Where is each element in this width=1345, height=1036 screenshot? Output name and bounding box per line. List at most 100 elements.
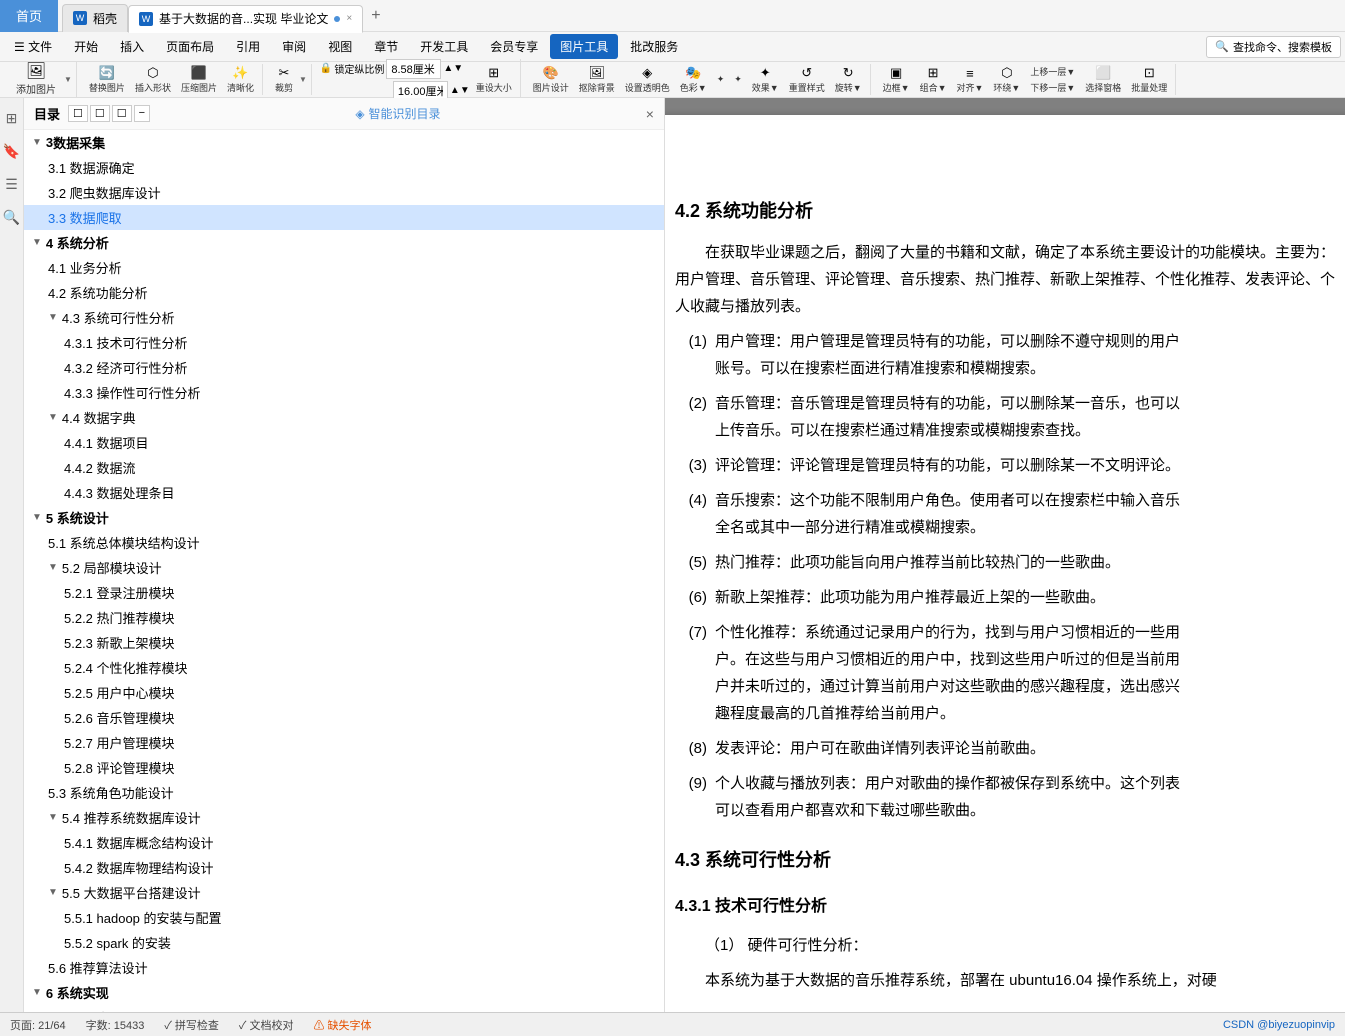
toc-item-521[interactable]: 5.2.1 登录注册模块 <box>24 580 664 605</box>
toc-arrow-55: ▼ <box>48 887 58 898</box>
menu-pagelayout[interactable]: 页面布局 <box>156 34 224 59</box>
compress-btn[interactable]: ⬛ 压缩图片 <box>177 64 221 95</box>
toc-item-442[interactable]: 4.4.2 数据流 <box>24 455 664 480</box>
toc-item-528[interactable]: 5.2.8 评论管理模块 <box>24 755 664 780</box>
set-transparent-btn[interactable]: ◈ 设置透明色 <box>621 64 674 95</box>
insert-shape-btn[interactable]: ⬡ 插入形状 <box>131 64 175 95</box>
height-arrows[interactable]: ▲▼ <box>450 85 470 96</box>
toc-item-525[interactable]: 5.2.5 用户中心模块 <box>24 680 664 705</box>
resize-btn[interactable]: ⊞ 重设大小 <box>472 64 516 95</box>
smart-toc-btn[interactable]: ◈ 智能识别目录 <box>355 105 440 122</box>
toc-item-32[interactable]: 3.2 爬虫数据库设计 <box>24 180 664 205</box>
menu-insert[interactable]: 插入 <box>110 34 154 59</box>
toc-label-521: 5.2.1 登录注册模块 <box>64 583 175 602</box>
toc-item-55[interactable]: ▼ 5.5 大数据平台搭建设计 <box>24 880 664 905</box>
add-image-group: 🖼 添加图片 ▼ <box>6 62 77 98</box>
bookmark-icon[interactable]: 🔖 <box>0 139 24 164</box>
border-btn[interactable]: ▣ 边框▼ <box>879 64 914 95</box>
toc-expand-btn[interactable]: ☐ <box>68 105 88 122</box>
toc-item-51[interactable]: 5.1 系统总体模块结构设计 <box>24 530 664 555</box>
remove-bg-btn[interactable]: 🖼 抠除背景 <box>575 64 619 95</box>
home-sidebar-icon[interactable]: ⊞ <box>2 106 22 131</box>
toc-item-44[interactable]: ▼ 4.4 数据字典 <box>24 405 664 430</box>
missing-font[interactable]: ⚠ 缺失字体 <box>314 1017 372 1033</box>
toc-item-43[interactable]: ▼ 4.3 系统可行性分析 <box>24 305 664 330</box>
toc-item-5[interactable]: ▼ 5 系统设计 <box>24 505 664 530</box>
toc-item-524[interactable]: 5.2.4 个性化推荐模块 <box>24 655 664 680</box>
toc-item-6[interactable]: ▼ 6 系统实现 <box>24 980 664 1005</box>
add-image-dropdown[interactable]: ▼ <box>64 75 72 84</box>
search-bar[interactable]: 🔍 查找命令、搜索模板 <box>1206 36 1341 58</box>
width-arrows[interactable]: ▲▼ <box>443 63 463 74</box>
align-btn[interactable]: ≡ 对齐▼ <box>953 65 988 95</box>
tab-wps[interactable]: W 稻壳 <box>62 4 128 32</box>
toc-item-52[interactable]: ▼ 5.2 局部模块设计 <box>24 555 664 580</box>
toc-item-551[interactable]: 5.5.1 hadoop 的安装与配置 <box>24 905 664 930</box>
toc-item-526[interactable]: 5.2.6 音乐管理模块 <box>24 705 664 730</box>
toc-item-431[interactable]: 4.3.1 技术可行性分析 <box>24 330 664 355</box>
toc-item-54[interactable]: ▼ 5.4 推荐系统数据库设计 <box>24 805 664 830</box>
doc-review[interactable]: ✓ 文档校对 <box>239 1017 294 1033</box>
toc-item-523[interactable]: 5.2.3 新歌上架模块 <box>24 630 664 655</box>
rotate-btn[interactable]: ↻ 旋转▼ <box>831 64 866 95</box>
reset-style-btn[interactable]: ↺ 重置样式 <box>785 64 829 95</box>
crop-btn[interactable]: ✂ 裁剪 <box>271 64 297 95</box>
menu-file[interactable]: ☰ 文件 <box>4 34 62 59</box>
menu-imgtool[interactable]: 图片工具 <box>550 34 618 59</box>
toc-item-433[interactable]: 4.3.3 操作性可行性分析 <box>24 380 664 405</box>
toc-close-btn[interactable]: × <box>646 106 654 122</box>
spell-check[interactable]: ✓ 拼写检查 <box>164 1017 219 1033</box>
move-up-btn[interactable]: 上移一层▼ <box>1026 64 1079 79</box>
tab-doc[interactable]: W 基于大数据的音...实现 毕业论文 × <box>128 5 363 33</box>
toc-item-56[interactable]: 5.6 推荐算法设计 <box>24 955 664 980</box>
clearify-btn[interactable]: ✨ 清晰化 <box>223 64 258 95</box>
menu-view[interactable]: 视图 <box>318 34 362 59</box>
toc-item-527[interactable]: 5.2.7 用户管理模块 <box>24 730 664 755</box>
toc-collapse-btn[interactable]: ☐ <box>90 105 110 122</box>
toc-item-432[interactable]: 4.3.2 经济可行性分析 <box>24 355 664 380</box>
toc-item-443[interactable]: 4.4.3 数据处理条目 <box>24 480 664 505</box>
replace-image-btn[interactable]: 🔄 替换图片 <box>85 64 129 95</box>
tab-close-icon[interactable]: × <box>346 13 352 24</box>
menu-batchreview[interactable]: 批改服务 <box>620 34 688 59</box>
toc-item-542[interactable]: 5.4.2 数据库物理结构设计 <box>24 855 664 880</box>
combine-btn[interactable]: ⊞ 组合▼ <box>916 64 951 95</box>
toc-item-441[interactable]: 4.4.1 数据项目 <box>24 430 664 455</box>
toc-icon[interactable]: ☰ <box>1 172 22 197</box>
toc-item-53[interactable]: 5.3 系统角色功能设计 <box>24 780 664 805</box>
toc-item-41[interactable]: 4.1 业务分析 <box>24 255 664 280</box>
menu-start[interactable]: 开始 <box>64 34 108 59</box>
home-tab[interactable]: 首页 <box>0 0 58 32</box>
add-image-btn[interactable]: 🖼 添加图片 <box>10 62 62 98</box>
width-input[interactable] <box>386 59 441 79</box>
toc-minus-btn[interactable]: − <box>134 105 150 122</box>
menu-chapter[interactable]: 章节 <box>364 34 408 59</box>
menu-vip[interactable]: 会员专享 <box>480 34 548 59</box>
list-text-4: 音乐搜索：这个功能不限制用户角色。使用者可以在搜索栏中输入音乐全名或其中一部分进… <box>715 487 1335 541</box>
toc-item-42[interactable]: 4.2 系统功能分析 <box>24 280 664 305</box>
toc-item-61[interactable]: ▼ 6.1 用户界面 <box>24 1005 664 1012</box>
color-adjust-btn[interactable]: 🎭 色彩▼ <box>676 64 711 95</box>
toc-item-552[interactable]: 5.5.2 spark 的安装 <box>24 930 664 955</box>
menu-review[interactable]: 审阅 <box>272 34 316 59</box>
batch-process-btn[interactable]: ⊡ 批量处理 <box>1127 64 1171 95</box>
toc-list-btn[interactable]: ☐ <box>112 105 132 122</box>
effects-btn[interactable]: ✦ 效果▼ <box>748 64 783 95</box>
toc-item-33[interactable]: 3.3 数据爬取 <box>24 205 664 230</box>
toc-item-522[interactable]: 5.2.2 热门推荐模块 <box>24 605 664 630</box>
crop-dropdown[interactable]: ▼ <box>299 75 307 84</box>
star1-btn[interactable]: ✦ <box>713 73 729 86</box>
menu-reference[interactable]: 引用 <box>226 34 270 59</box>
select-area-btn[interactable]: ⬜ 选择窗格 <box>1081 64 1125 95</box>
search-sidebar-icon[interactable]: 🔍 <box>0 205 24 230</box>
toc-item-541[interactable]: 5.4.1 数据库概念结构设计 <box>24 830 664 855</box>
toc-item-3[interactable]: ▼ 3 数据采集 <box>24 130 664 155</box>
toc-item-4[interactable]: ▼ 4 系统分析 <box>24 230 664 255</box>
move-down-btn[interactable]: 下移一层▼ <box>1026 80 1079 95</box>
img-design-btn[interactable]: 🎨 图片设计 <box>529 64 573 95</box>
toc-item-31[interactable]: 3.1 数据源确定 <box>24 155 664 180</box>
star2-btn[interactable]: ✦ <box>730 73 746 86</box>
add-tab-button[interactable]: + <box>363 7 388 25</box>
wrap-btn[interactable]: ⬡ 环绕▼ <box>989 64 1024 95</box>
menu-devtools[interactable]: 开发工具 <box>410 34 478 59</box>
